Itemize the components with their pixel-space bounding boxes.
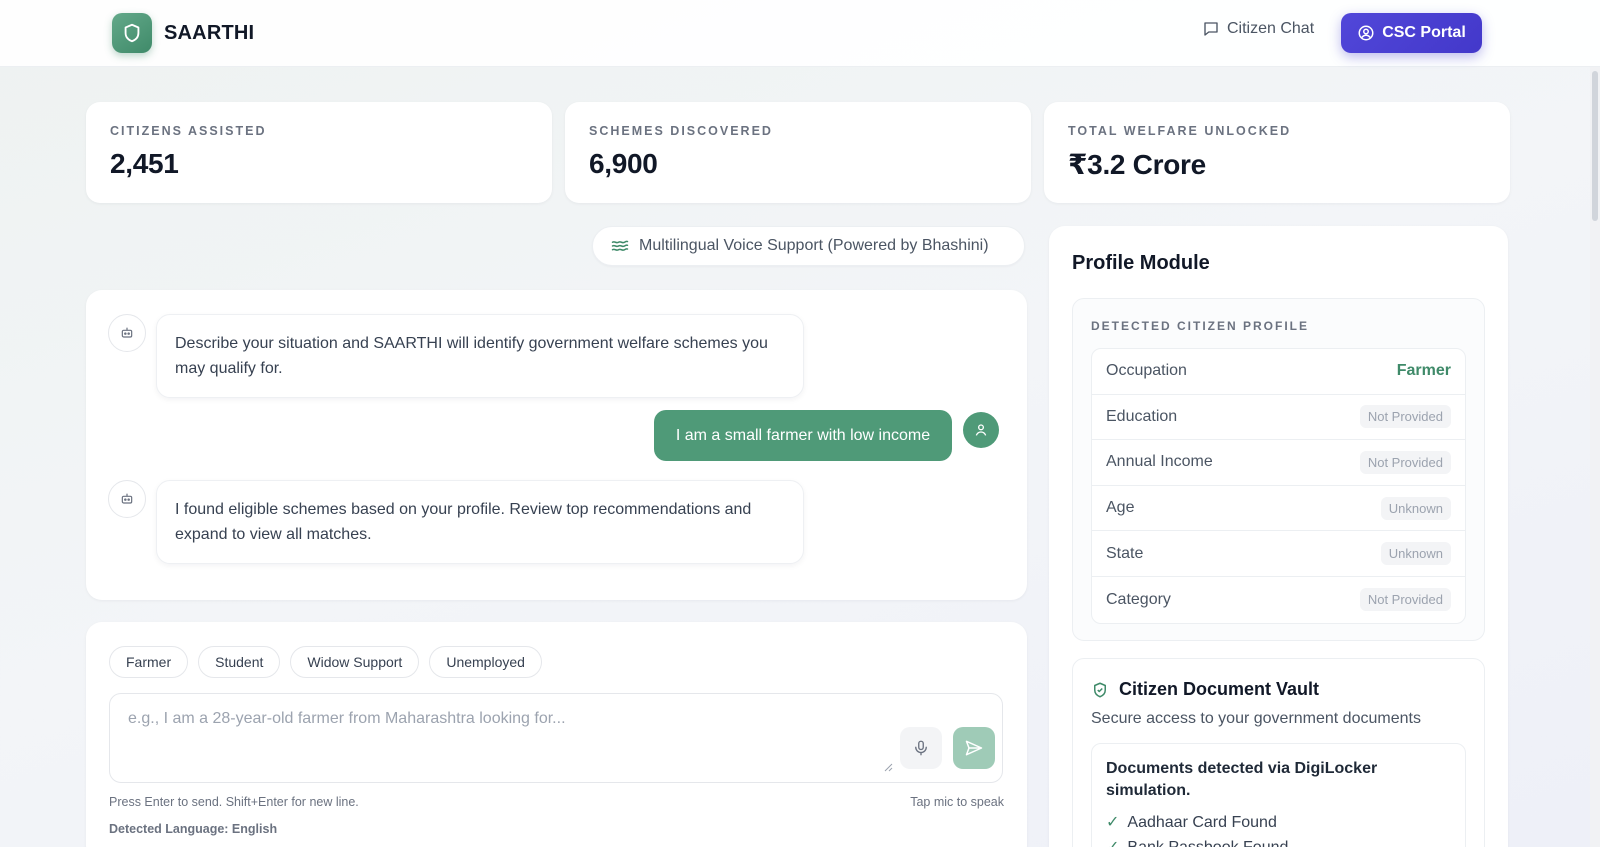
document-item: ✓ Bank Passbook Found <box>1106 835 1451 847</box>
chip-student[interactable]: Student <box>198 646 281 678</box>
stat-card-schemes: SCHEMES DISCOVERED 6,900 <box>565 102 1031 203</box>
chip-farmer[interactable]: Farmer <box>109 646 189 678</box>
profile-value: Unknown <box>1380 542 1451 566</box>
detected-profile-card: DETECTED CITIZEN PROFILE Occupation Farm… <box>1072 298 1485 641</box>
stat-label: CITIZENS ASSISTED <box>110 124 267 138</box>
check-icon: ✓ <box>1106 835 1119 847</box>
bot-message: I found eligible schemes based on your p… <box>156 480 804 564</box>
chat-bubble-icon <box>1204 22 1218 36</box>
send-icon <box>965 740 983 756</box>
voice-support-label: Multilingual Voice Support (Powered by B… <box>639 237 989 254</box>
profile-row-occupation: Occupation Farmer <box>1092 349 1465 395</box>
document-item-label: Aadhaar Card Found <box>1127 814 1277 831</box>
profile-section-label: DETECTED CITIZEN PROFILE <box>1091 319 1310 333</box>
digilocker-documents: Documents detected via DigiLocker simula… <box>1091 743 1466 847</box>
profile-value: Not Provided <box>1359 450 1451 474</box>
send-button[interactable] <box>953 727 995 769</box>
digilocker-title: Documents detected via DigiLocker simula… <box>1106 760 1378 799</box>
mic-button[interactable] <box>900 727 942 769</box>
user-message: I am a small farmer with low income <box>654 410 952 461</box>
message-input[interactable] <box>110 694 880 774</box>
profile-row-state: State Unknown <box>1092 531 1465 577</box>
user-icon <box>975 424 987 436</box>
profile-sidebar: Profile Module DETECTED CITIZEN PROFILE … <box>1049 226 1508 847</box>
voice-support-badge[interactable]: Multilingual Voice Support (Powered by B… <box>592 226 1025 266</box>
stat-value: 2,451 <box>110 148 179 179</box>
brand[interactable]: SAARTHI <box>112 13 254 53</box>
bot-avatar <box>108 314 146 352</box>
stat-value: ₹3.2 Crore <box>1068 149 1206 180</box>
profile-row-category: Category Not Provided <box>1092 577 1465 623</box>
nav-citizen-chat[interactable]: Citizen Chat <box>1202 20 1314 38</box>
bot-avatar <box>108 480 146 518</box>
nav-citizen-chat-label: Citizen Chat <box>1227 20 1315 37</box>
brand-name: SAARTHI <box>164 21 255 44</box>
stat-card-welfare: TOTAL WELFARE UNLOCKED ₹3.2 Crore <box>1044 102 1510 203</box>
document-item-label: Bank Passbook Found <box>1127 835 1288 847</box>
document-vault-card: Citizen Document Vault Secure access to … <box>1072 658 1485 847</box>
message-input-box <box>109 693 1003 783</box>
check-icon: ✓ <box>1106 814 1120 831</box>
profile-key: State <box>1106 544 1144 562</box>
stat-value: 6,900 <box>589 148 658 179</box>
mic-hint: Tap mic to speak <box>910 795 1004 809</box>
vault-title-text: Citizen Document Vault <box>1119 679 1320 699</box>
stat-label: TOTAL WELFARE UNLOCKED <box>1068 124 1292 138</box>
scrollbar-thumb[interactable] <box>1592 71 1598 221</box>
stat-card-citizens: CITIZENS ASSISTED 2,451 <box>86 102 552 203</box>
chip-widow-support[interactable]: Widow Support <box>290 646 420 678</box>
profile-row-age: Age Unknown <box>1092 486 1465 532</box>
chat-panel: Describe your situation and SAARTHI will… <box>86 290 1027 600</box>
user-circle-icon <box>1358 25 1374 41</box>
page-scrollbar[interactable] <box>1590 67 1600 847</box>
profile-key: Category <box>1106 590 1171 608</box>
profile-row-education: Education Not Provided <box>1092 395 1465 441</box>
shield-check-icon <box>1094 682 1106 697</box>
profile-key: Annual Income <box>1106 453 1213 471</box>
chip-unemployed[interactable]: Unemployed <box>429 646 542 678</box>
user-avatar <box>963 412 999 448</box>
csc-portal-button[interactable]: CSC Portal <box>1341 13 1482 53</box>
enter-hint: Press Enter to send. Shift+Enter for new… <box>109 795 359 809</box>
profile-value: Not Provided <box>1359 405 1451 429</box>
microphone-icon <box>915 740 927 756</box>
profile-key: Age <box>1106 499 1135 517</box>
profile-value: Farmer <box>1396 362 1451 380</box>
profile-key: Education <box>1106 407 1178 425</box>
vault-subtitle: Secure access to your government documen… <box>1091 710 1421 727</box>
vault-title: Citizen Document Vault <box>1091 679 1319 700</box>
csc-portal-label: CSC Portal <box>1382 24 1466 41</box>
stat-label: SCHEMES DISCOVERED <box>589 124 773 138</box>
message-composer: Farmer Student Widow Support Unemployed … <box>86 622 1027 847</box>
profile-key: Occupation <box>1106 362 1187 380</box>
bot-icon <box>121 327 133 338</box>
resize-handle-icon[interactable] <box>883 762 893 772</box>
bot-icon <box>121 493 133 504</box>
waves-icon <box>611 240 629 251</box>
document-item: ✓ Aadhaar Card Found <box>1106 810 1451 835</box>
profile-module-title: Profile Module <box>1072 252 1210 274</box>
shield-logo-icon <box>112 13 152 53</box>
quick-chips: Farmer Student Widow Support Unemployed <box>109 646 552 678</box>
profile-value: Not Provided <box>1359 588 1451 612</box>
profile-table: Occupation Farmer Education Not Provided… <box>1091 348 1466 624</box>
detected-language: Detected Language: English <box>109 822 278 836</box>
profile-row-income: Annual Income Not Provided <box>1092 440 1465 486</box>
top-nav: SAARTHI Citizen Chat CSC Portal <box>0 0 1600 67</box>
bot-message: Describe your situation and SAARTHI will… <box>156 314 804 398</box>
document-list: ✓ Aadhaar Card Found ✓ Bank Passbook Found <box>1106 810 1451 847</box>
profile-value: Unknown <box>1380 496 1451 520</box>
